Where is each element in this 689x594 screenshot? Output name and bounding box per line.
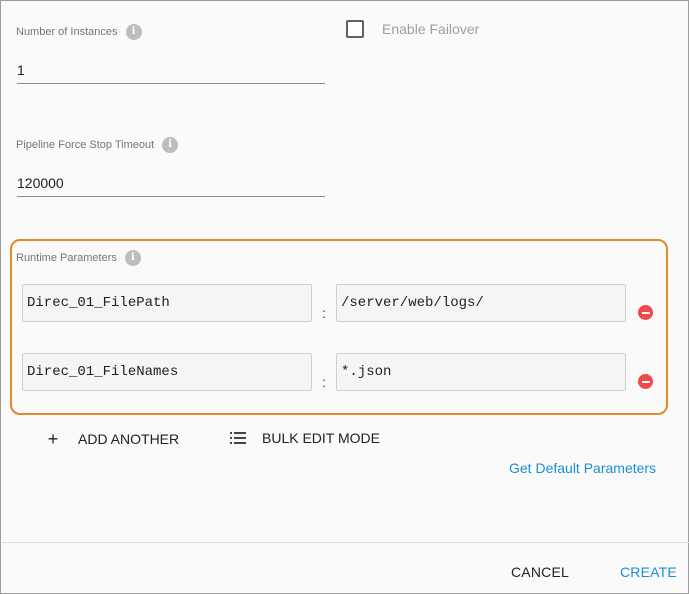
- info-icon[interactable]: i: [125, 24, 142, 40]
- plus-icon: +: [47, 429, 59, 449]
- key-value-separator: :: [322, 305, 326, 321]
- remove-circle-icon[interactable]: [638, 374, 653, 389]
- get-default-parameters-link[interactable]: Get Default Parameters: [509, 460, 656, 476]
- instances-input[interactable]: [17, 57, 325, 84]
- bulk-edit-button[interactable]: BULK EDIT MODE: [230, 430, 380, 446]
- remove-circle-icon[interactable]: [638, 305, 653, 320]
- param-value-input[interactable]: [336, 284, 626, 322]
- timeout-input[interactable]: [17, 170, 325, 197]
- info-icon[interactable]: i: [124, 250, 141, 266]
- bulk-edit-label: BULK EDIT MODE: [262, 430, 380, 446]
- add-another-label: ADD ANOTHER: [78, 431, 180, 447]
- runtime-label-row: Runtime Parameters i: [16, 250, 141, 266]
- info-icon[interactable]: i: [162, 137, 179, 153]
- timeout-label-row: Pipeline Force Stop Timeout i: [16, 137, 179, 153]
- instances-label-row: Number of Instances i: [16, 24, 142, 40]
- footer-divider: [2, 542, 689, 543]
- add-another-button[interactable]: + ADD ANOTHER: [46, 430, 179, 448]
- pipeline-config-dialog: Number of Instances i Enable Failover Pi…: [0, 0, 689, 594]
- timeout-label: Pipeline Force Stop Timeout: [16, 139, 155, 151]
- failover-toggle[interactable]: Enable Failover: [346, 20, 479, 38]
- cancel-button[interactable]: CANCEL: [511, 564, 569, 580]
- failover-label: Enable Failover: [382, 21, 480, 37]
- failover-checkbox[interactable]: [346, 20, 364, 38]
- key-value-separator: :: [322, 374, 326, 390]
- runtime-label: Runtime Parameters: [16, 252, 117, 264]
- create-button[interactable]: CREATE: [620, 564, 677, 580]
- instances-label: Number of Instances: [16, 26, 118, 38]
- list-icon: [230, 432, 246, 444]
- param-key-input[interactable]: [22, 353, 312, 391]
- param-value-input[interactable]: [336, 353, 626, 391]
- param-key-input[interactable]: [22, 284, 312, 322]
